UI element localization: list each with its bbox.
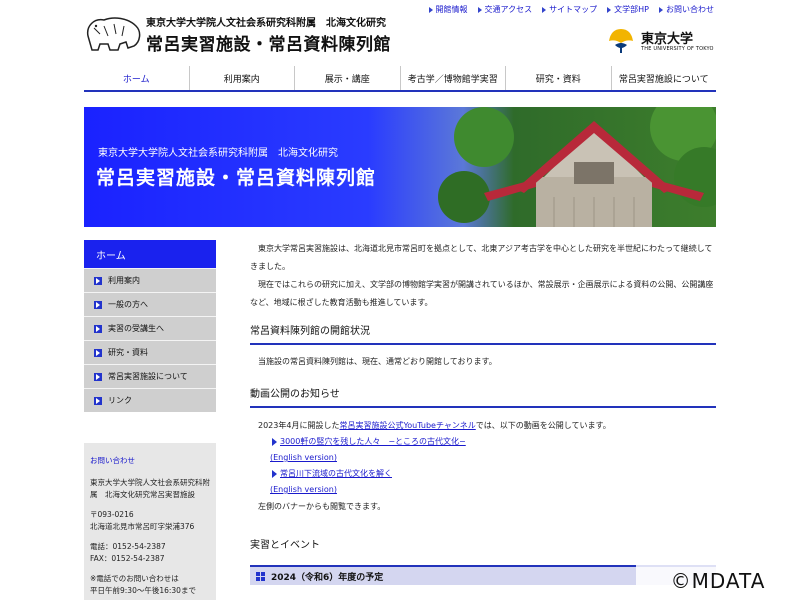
youtube-channel-link[interactable]: 常呂実習施設公式YouTubeチャンネル — [339, 421, 475, 430]
arrow-box-icon — [94, 372, 102, 381]
org-subtitle: 東京大学大学院人文社会系研究科附属 北海文化研究 — [146, 18, 386, 29]
sidebar-item-guide[interactable]: 利用案内 — [84, 268, 216, 292]
arrow-right-icon — [659, 6, 663, 13]
contact-note-1: ※電話でのお問い合わせは — [90, 574, 179, 583]
contact-box: お問い合わせ 東京大学大学院人文社会系研究科附属 北海文化研究常呂実習施設 〒0… — [84, 443, 216, 600]
sidebar-item-students[interactable]: 実習の受講生へ — [84, 316, 216, 340]
arrow-right-icon — [428, 6, 433, 13]
sidebar-item-links[interactable]: リンク — [84, 388, 216, 412]
video-link-1[interactable]: 3000軒の竪穴を残した人々 −ところの古代文化− — [250, 434, 716, 450]
gnav-exhibits[interactable]: 展示・講座 — [295, 66, 401, 90]
arrow-box-icon — [94, 276, 102, 285]
sidebar-item-public[interactable]: 一般の方へ — [84, 292, 216, 316]
site-header: 東京大学大学院人文社会系研究科附属 北海文化研究 常呂実習施設・常呂資料陳列館 … — [0, 0, 800, 62]
section-title-status: 常呂資料陳列館の開館状況 — [250, 322, 716, 345]
hero-banner: 東京大学大学院人文社会系研究科附属 北海文化研究 常呂実習施設・常呂資料陳列館 — [84, 107, 716, 227]
bear-logo-icon[interactable] — [84, 14, 142, 52]
gnav-research[interactable]: 研究・資料 — [506, 66, 612, 90]
video-link-2-english[interactable]: (English version) — [250, 482, 716, 498]
global-nav: ホーム 利用案内 展示・講座 考古学／博物館学実習 研究・資料 常呂実習施設につ… — [84, 66, 716, 92]
gnav-home[interactable]: ホーム — [84, 66, 190, 90]
contact-zip: 〒093-0216 — [90, 510, 134, 519]
sidebar-item-home[interactable]: ホーム — [84, 240, 216, 268]
utility-nav: 開館情報 交通アクセス サイトマップ 文学部HP お問い合わせ — [428, 4, 714, 15]
gnav-about[interactable]: 常呂実習施設について — [612, 66, 717, 90]
arrow-box-icon — [94, 324, 102, 333]
intro-text: 東京大学常呂実習施設は、北海道北見市常呂町を拠点として、北東アジア考古学を中心と… — [250, 240, 716, 312]
arrow-right-icon — [607, 6, 612, 13]
video-link-2[interactable]: 常呂川下流域の古代文化を解く — [250, 466, 716, 482]
util-link-hours[interactable]: 開館情報 — [428, 4, 468, 15]
util-link-access[interactable]: 交通アクセス — [477, 4, 532, 15]
intro-paragraph-1: 東京大学常呂実習施設は、北海道北見市常呂町を拠点として、北東アジア考古学を中心と… — [250, 244, 713, 271]
contact-org: 東京大学大学院人文社会系研究科附属 北海文化研究常呂実習施設 — [90, 478, 210, 499]
section-title-events: 実習とイベント — [250, 540, 320, 551]
gnav-practicum[interactable]: 考古学／博物館学実習 — [401, 66, 506, 90]
banner-title: 常呂実習施設・常呂資料陳列館 — [96, 167, 377, 189]
contact-tel: 電話：0152-54-2387 — [90, 542, 166, 551]
youtube-announcement: 2023年4月に開設した常呂実習施設公式YouTubeチャンネルでは、以下の動画… — [258, 421, 611, 430]
util-link-faculty[interactable]: 文学部HP — [607, 4, 649, 15]
status-text: 当施設の常呂資料陳列館は、現在、通常どおり開館しております。 — [258, 357, 497, 366]
contact-note-2: 平日午前9:30〜午後16:30まで — [90, 586, 196, 595]
contact-address: 北海道北見市常呂町字栄浦376 — [90, 522, 195, 531]
arrow-right-icon — [542, 6, 547, 13]
arrow-box-icon — [94, 300, 102, 309]
section-title-videos: 動画公開のお知らせ — [250, 385, 716, 408]
arrow-box-icon — [94, 348, 102, 357]
site-title[interactable]: 常呂実習施設・常呂資料陳列館 — [146, 30, 391, 55]
arrow-box-icon — [94, 396, 102, 405]
sidebar-nav: ホーム 利用案内 一般の方へ 実習の受講生へ 研究・資料 常呂実習施設について … — [84, 240, 216, 412]
arrow-right-icon — [477, 6, 482, 13]
grid-squares-icon — [256, 571, 265, 581]
univ-name-en: THE UNIVERSITY OF TOKYO — [641, 46, 714, 52]
intro-paragraph-2: 現在ではこれらの研究に加え、文学部の博物館学実習が開講されているほか、常設展示・… — [250, 280, 714, 307]
util-link-contact[interactable]: お問い合わせ — [659, 4, 714, 15]
banner-subtitle: 東京大学大学院人文社会系研究科附属 北海文化研究 — [98, 148, 338, 159]
banner-note: 左側のバナーからも閲覧できます。 — [258, 502, 386, 511]
ginkgo-logo-icon[interactable] — [607, 27, 635, 55]
gnav-guide[interactable]: 利用案内 — [190, 66, 295, 90]
sidebar-item-about[interactable]: 常呂実習施設について — [84, 364, 216, 388]
sidebar-item-research[interactable]: 研究・資料 — [84, 340, 216, 364]
main-content: 東京大学常呂実習施設は、北海道北見市常呂町を拠点として、北東アジア考古学を中心と… — [250, 240, 716, 585]
univ-name: 東京大学 — [641, 32, 694, 47]
util-link-sitemap[interactable]: サイトマップ — [542, 4, 597, 15]
triangle-right-icon — [272, 438, 277, 446]
watermark: ©MDATA — [636, 562, 800, 600]
video-link-1-english[interactable]: (English version) — [250, 450, 716, 466]
triangle-right-icon — [272, 470, 277, 478]
contact-fax: FAX：0152-54-2387 — [90, 554, 165, 563]
contact-title[interactable]: お問い合わせ — [90, 455, 210, 467]
